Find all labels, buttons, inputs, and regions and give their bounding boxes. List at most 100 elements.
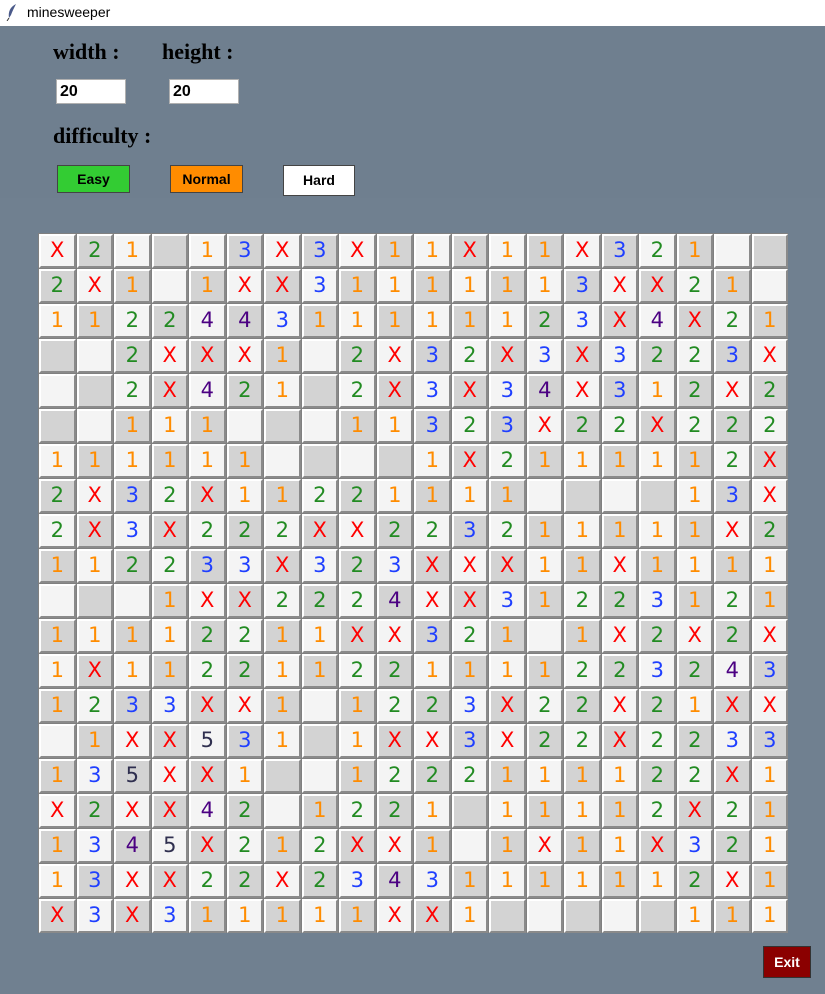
board-cell[interactable]: 2 <box>76 794 113 828</box>
board-cell[interactable]: 2 <box>601 654 638 688</box>
board-cell[interactable]: X <box>151 864 188 898</box>
board-cell[interactable]: 1 <box>489 864 526 898</box>
board-cell[interactable] <box>264 444 301 478</box>
board-cell[interactable]: 1 <box>676 234 713 268</box>
exit-button[interactable]: Exit <box>763 946 811 978</box>
board-cell[interactable]: 2 <box>376 654 413 688</box>
board-cell[interactable]: X <box>451 234 488 268</box>
board-cell[interactable]: X <box>601 269 638 303</box>
board-cell[interactable]: X <box>189 759 226 793</box>
board-cell[interactable]: 1 <box>39 619 76 653</box>
board-cell[interactable]: X <box>339 619 376 653</box>
board-cell[interactable]: 2 <box>451 759 488 793</box>
board-cell[interactable] <box>76 339 113 373</box>
board-cell[interactable]: X <box>601 304 638 338</box>
board-cell[interactable]: 1 <box>601 829 638 863</box>
board-cell[interactable]: 1 <box>39 829 76 863</box>
board-cell[interactable]: X <box>189 689 226 723</box>
board-cell[interactable]: 1 <box>751 864 788 898</box>
board-cell[interactable]: 1 <box>676 584 713 618</box>
board-cell[interactable]: 1 <box>264 724 301 758</box>
board-cell[interactable]: 2 <box>639 794 676 828</box>
board-cell[interactable] <box>301 444 338 478</box>
board-cell[interactable]: 1 <box>564 829 601 863</box>
board-cell[interactable]: 1 <box>151 444 188 478</box>
board-cell[interactable]: X <box>414 899 451 933</box>
board-cell[interactable]: 2 <box>526 724 563 758</box>
board-cell[interactable]: 2 <box>339 339 376 373</box>
board-cell[interactable] <box>601 899 638 933</box>
board-cell[interactable]: 4 <box>714 654 751 688</box>
board-cell[interactable]: 1 <box>339 689 376 723</box>
board-cell[interactable]: 1 <box>489 619 526 653</box>
board-cell[interactable]: X <box>601 689 638 723</box>
board-cell[interactable]: 4 <box>376 864 413 898</box>
board-cell[interactable] <box>39 724 76 758</box>
board-cell[interactable]: 1 <box>76 724 113 758</box>
board-cell[interactable]: 1 <box>226 479 263 513</box>
board-cell[interactable]: 1 <box>489 654 526 688</box>
board-cell[interactable]: 1 <box>489 794 526 828</box>
board-cell[interactable]: 1 <box>751 584 788 618</box>
board-cell[interactable]: 1 <box>676 689 713 723</box>
board-cell[interactable]: 2 <box>564 584 601 618</box>
board-cell[interactable]: 1 <box>526 234 563 268</box>
board-cell[interactable]: 2 <box>751 514 788 548</box>
board-cell[interactable]: 3 <box>151 689 188 723</box>
board-cell[interactable]: 4 <box>189 374 226 408</box>
board-cell[interactable]: 2 <box>39 269 76 303</box>
board-cell[interactable]: 2 <box>76 234 113 268</box>
hard-button[interactable]: Hard <box>283 165 355 196</box>
board-cell[interactable]: 1 <box>451 479 488 513</box>
board-cell[interactable]: 1 <box>751 759 788 793</box>
board-cell[interactable] <box>39 409 76 443</box>
board-cell[interactable]: 2 <box>376 794 413 828</box>
board-cell[interactable]: 3 <box>301 269 338 303</box>
board-cell[interactable]: 2 <box>339 374 376 408</box>
board-cell[interactable]: 2 <box>301 829 338 863</box>
board-cell[interactable]: 2 <box>676 374 713 408</box>
board-cell[interactable]: 1 <box>414 654 451 688</box>
board-cell[interactable]: 1 <box>526 654 563 688</box>
board-cell[interactable]: 3 <box>301 234 338 268</box>
board-cell[interactable]: 2 <box>39 479 76 513</box>
board-cell[interactable]: 1 <box>639 374 676 408</box>
board-cell[interactable]: 1 <box>526 759 563 793</box>
board-cell[interactable]: 3 <box>639 584 676 618</box>
board-cell[interactable]: 3 <box>301 549 338 583</box>
board-cell[interactable]: X <box>114 864 151 898</box>
board-cell[interactable]: 4 <box>526 374 563 408</box>
board-cell[interactable]: X <box>151 374 188 408</box>
board-cell[interactable]: X <box>489 339 526 373</box>
board-cell[interactable]: 2 <box>339 479 376 513</box>
board-cell[interactable]: 3 <box>226 549 263 583</box>
board-cell[interactable]: 1 <box>489 269 526 303</box>
board-cell[interactable]: 3 <box>226 724 263 758</box>
board-cell[interactable]: 1 <box>264 339 301 373</box>
board-cell[interactable]: 2 <box>39 514 76 548</box>
board-cell[interactable]: 1 <box>114 234 151 268</box>
board-cell[interactable]: 2 <box>339 549 376 583</box>
board-cell[interactable]: 3 <box>414 409 451 443</box>
board-cell[interactable]: 3 <box>601 234 638 268</box>
board-cell[interactable]: X <box>301 514 338 548</box>
board-cell[interactable]: X <box>39 794 76 828</box>
board-cell[interactable]: 1 <box>751 549 788 583</box>
board-cell[interactable]: X <box>564 374 601 408</box>
board-cell[interactable]: 2 <box>714 829 751 863</box>
board-cell[interactable]: 1 <box>751 899 788 933</box>
board-cell[interactable]: 1 <box>376 269 413 303</box>
board-cell[interactable]: X <box>376 899 413 933</box>
board-cell[interactable]: 1 <box>376 409 413 443</box>
board-cell[interactable]: X <box>564 339 601 373</box>
board-cell[interactable]: 2 <box>714 619 751 653</box>
board-cell[interactable]: 1 <box>751 304 788 338</box>
board-cell[interactable]: 3 <box>751 654 788 688</box>
board-cell[interactable]: 1 <box>526 269 563 303</box>
board-cell[interactable]: 3 <box>489 584 526 618</box>
board-cell[interactable] <box>714 234 751 268</box>
board-cell[interactable]: 2 <box>601 409 638 443</box>
board-cell[interactable]: X <box>751 689 788 723</box>
board-cell[interactable]: 1 <box>601 514 638 548</box>
board-cell[interactable]: X <box>714 514 751 548</box>
